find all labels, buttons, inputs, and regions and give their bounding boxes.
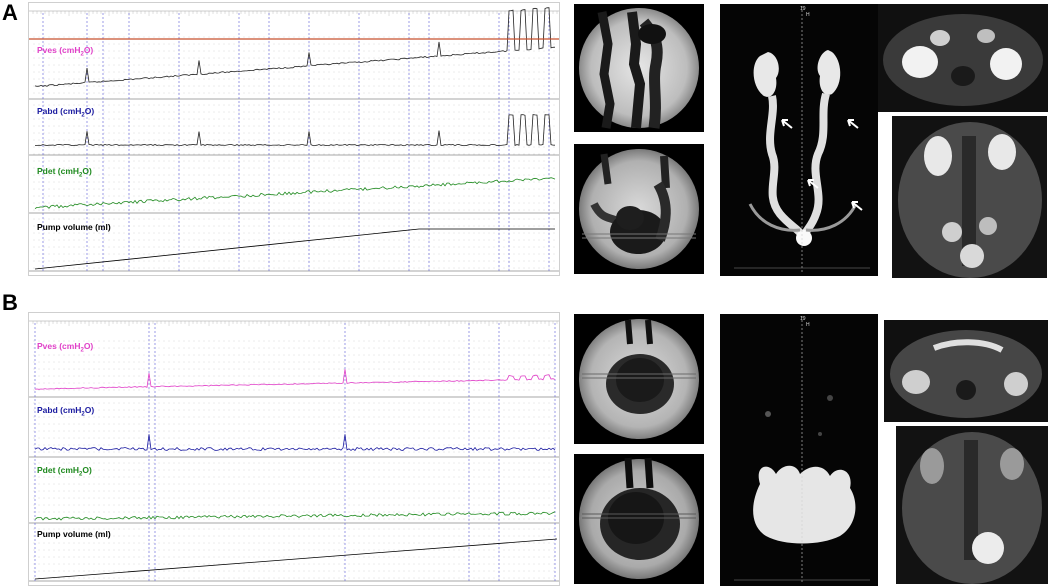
mri-marker-b-top: 19: [800, 316, 806, 322]
pdet-label-b: Pdet (cmH2O): [37, 465, 92, 478]
mri-marker-a-top: 19: [800, 6, 806, 12]
fluoroscopy-image-a-bottom: [574, 144, 704, 274]
panel-letter-b: B: [2, 290, 18, 315]
fluoroscopy-image-b-top: [574, 314, 704, 444]
mri-axial-a: [878, 4, 1048, 112]
pves-label-b: Pves (cmH2O): [37, 341, 94, 354]
mri-axial-b: [884, 320, 1048, 422]
mri-marker-a-sub: H: [806, 12, 810, 18]
mri-marker-b-sub: H: [806, 322, 810, 328]
fluoroscopy-image-b-bottom: [574, 454, 704, 584]
pves-label-a: Pves (cmH2O): [37, 45, 94, 58]
fluoroscopy-image-a-top: [574, 4, 704, 132]
urodynamic-graph-a: [29, 7, 559, 272]
mri-urogram-a: 19 H: [720, 4, 878, 276]
urodynamic-graph-b: [29, 320, 559, 582]
pabd-label-a: Pabd (cmH2O): [37, 106, 95, 119]
pump-volume-label-b: Pump volume (ml): [37, 529, 111, 539]
pump-volume-label-a: Pump volume (ml): [37, 222, 111, 232]
mri-coronal-a: [892, 116, 1047, 278]
pabd-label-b: Pabd (cmH2O): [37, 405, 95, 418]
urodynamic-tracing-b: Pves (cmH2O) Pabd (cmH2O) Pdet (cmH2O) P…: [28, 312, 560, 586]
panel-letter-a: A: [2, 0, 18, 25]
mri-urogram-b: 19 H: [720, 314, 878, 586]
pdet-label-a: Pdet (cmH2O): [37, 166, 92, 179]
urodynamic-tracing-a: Pves (cmH2O) Pabd (cmH2O) Pdet (cmH2O) P…: [28, 2, 560, 276]
mri-coronal-b: [896, 426, 1048, 584]
